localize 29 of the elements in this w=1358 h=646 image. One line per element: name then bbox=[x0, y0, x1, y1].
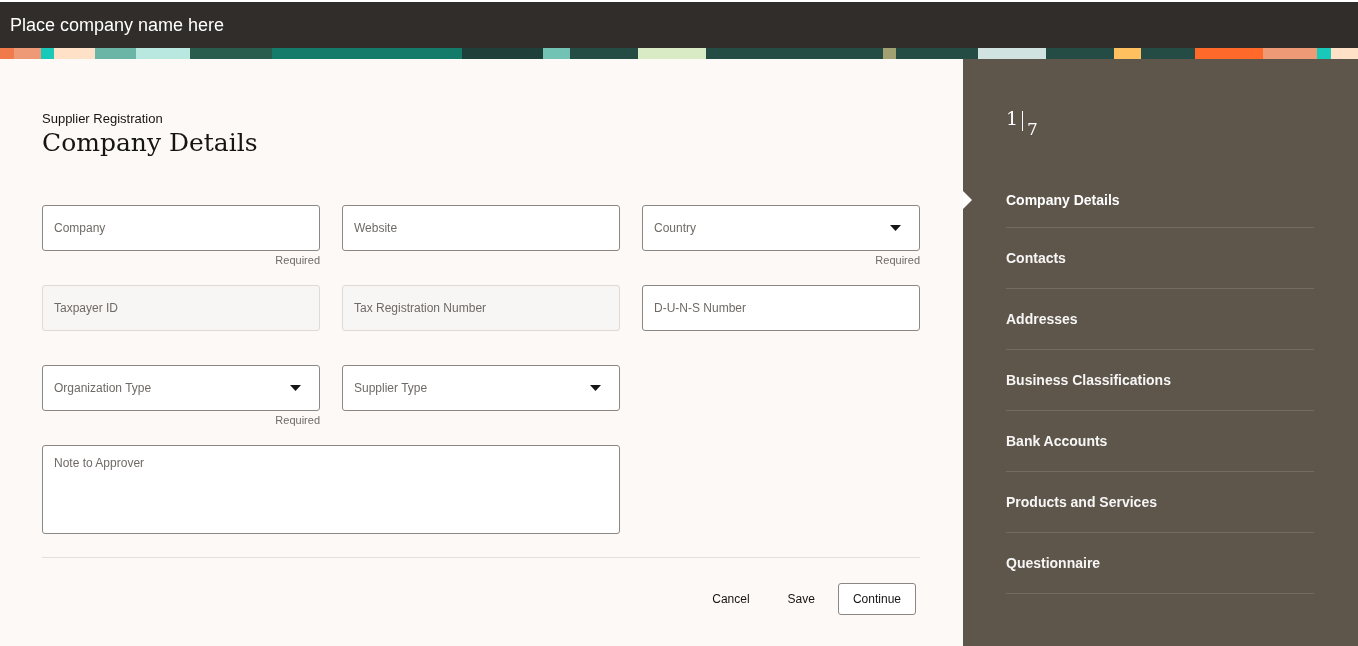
required-hint: Required bbox=[275, 254, 320, 266]
text-field[interactable]: D-U-N-S Number bbox=[642, 285, 920, 331]
dropdown-field[interactable]: Country bbox=[642, 205, 920, 251]
step-link[interactable]: Business Classifications bbox=[1006, 372, 1171, 388]
caret-icon bbox=[290, 385, 301, 391]
total-steps-number: 7 bbox=[1027, 119, 1038, 139]
dropdown-field[interactable]: Supplier Type bbox=[342, 365, 620, 411]
dropdown-field[interactable]: Organization Type bbox=[42, 365, 320, 411]
step-link[interactable]: Questionnaire bbox=[1006, 555, 1101, 571]
action-button[interactable]: Save bbox=[772, 583, 830, 615]
continue-button[interactable]: Continue bbox=[837, 583, 916, 615]
text-field[interactable]: Website bbox=[342, 205, 620, 251]
required-hint: Required bbox=[875, 254, 920, 266]
step-link[interactable]: Bank Accounts bbox=[1006, 433, 1108, 449]
company-name: Place company name here bbox=[10, 14, 225, 36]
step-link[interactable]: Addresses bbox=[1006, 311, 1078, 327]
caret-icon bbox=[590, 385, 601, 391]
action-button[interactable]: Cancel bbox=[697, 583, 765, 615]
page-title: Company Details bbox=[42, 128, 258, 157]
text-field[interactable]: Company bbox=[42, 205, 320, 251]
separator-bar bbox=[1022, 111, 1024, 131]
current-step-number: 1 bbox=[1006, 107, 1019, 129]
step-link[interactable]: Products and Services bbox=[1006, 494, 1157, 510]
page-subtitle: Supplier Registration bbox=[42, 111, 163, 126]
step-link[interactable]: Contacts bbox=[1006, 250, 1066, 266]
step-link[interactable]: Company Details bbox=[1006, 192, 1120, 208]
caret-icon bbox=[890, 225, 901, 231]
note-field[interactable]: Note to Approver bbox=[42, 445, 620, 534]
required-hint: Required bbox=[275, 414, 320, 426]
